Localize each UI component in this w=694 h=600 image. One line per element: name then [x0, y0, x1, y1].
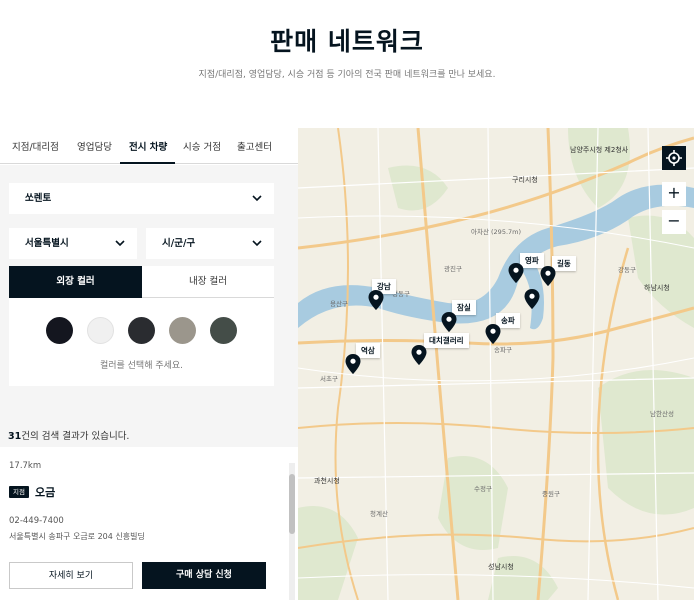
pin-label-daechi-gallery[interactable]: 대치갤러리: [424, 333, 469, 348]
zoom-in-button[interactable]: +: [662, 182, 686, 206]
model-select-value: 쏘렌토: [25, 193, 52, 204]
color-swatch[interactable]: [169, 317, 196, 344]
chevron-down-icon: [252, 195, 262, 202]
result-count-suffix: 건의 검색 결과가 있습니다.: [21, 431, 130, 442]
place-label: 광진구: [444, 265, 462, 273]
detail-button[interactable]: 자세히 보기: [9, 562, 133, 589]
crosshair-icon: [666, 150, 682, 166]
place-label: 남한산성: [650, 410, 674, 418]
tab-interior-color[interactable]: 내장 컬러: [142, 266, 274, 298]
place-label: 서초구: [320, 375, 338, 383]
place-label: 용산구: [330, 300, 348, 308]
color-hint: 컬러를 선택해 주세요.: [99, 361, 184, 371]
place-label: 송파구: [494, 346, 512, 354]
place-label: 청계산: [370, 510, 388, 518]
color-selector: 외장 컬러 내장 컬러 컬러를 선택해 주세요.: [9, 266, 274, 386]
map-pin-icon[interactable]: [524, 289, 540, 309]
place-label: 강동구: [618, 266, 636, 274]
result-count: 31건의 검색 결과가 있습니다.: [8, 428, 129, 442]
place-label: 구리시청: [512, 176, 538, 184]
tab-display-vehicle[interactable]: 전시 차량: [129, 139, 167, 153]
consult-button[interactable]: 구매 상담 신청: [142, 562, 266, 589]
scrollbar-thumb[interactable]: [289, 474, 295, 534]
dealer-name: 오금: [35, 486, 56, 499]
model-select[interactable]: 쏘렌토: [9, 183, 274, 214]
tab-delivery-center[interactable]: 출고센터: [237, 139, 272, 153]
active-tab-indicator: [120, 162, 175, 164]
color-swatch[interactable]: [128, 317, 155, 344]
district-select-value: 시/군/구: [162, 238, 196, 249]
map-pin-icon[interactable]: [411, 345, 427, 365]
city-select[interactable]: 서울특별시: [9, 228, 137, 259]
search-panel: 지점/대리점 영업담당 전시 차량 시승 거점 출고센터 쏘렌토 서울특별시 시…: [0, 128, 298, 600]
city-select-value: 서울특별시: [25, 238, 69, 249]
tab-test-drive[interactable]: 시승 거점: [183, 139, 221, 153]
district-select[interactable]: 시/군/구: [146, 228, 274, 259]
dealer-list: 17.7km 지점 오금 02-449-7400 서울특별시 송파구 오금로 2…: [0, 458, 298, 600]
place-label: 과천시청: [314, 477, 340, 485]
tab-exterior-color[interactable]: 외장 컬러: [9, 266, 142, 298]
chevron-down-icon: [115, 240, 125, 247]
page-subtitle: 지점/대리점, 영업담당, 시승 거점 등 기아의 전국 판매 네트워크를 만나…: [198, 70, 496, 80]
dealer-phone[interactable]: 02-449-7400: [9, 516, 64, 526]
place-label: 하남시청: [644, 284, 670, 292]
map-pin-icon[interactable]: [441, 312, 457, 332]
status-badge: 지점: [9, 486, 29, 498]
tab-sales[interactable]: 영업담당: [77, 139, 112, 153]
chevron-down-icon: [252, 240, 262, 247]
map-pin-icon[interactable]: [485, 324, 501, 344]
place-label: 중원구: [542, 490, 560, 498]
locate-button[interactable]: [662, 146, 686, 170]
color-swatch[interactable]: [210, 317, 237, 344]
zoom-out-button[interactable]: −: [662, 210, 686, 234]
place-label: 아차산 (295.7m): [471, 228, 522, 236]
map-view[interactable]: 남양주시청 제2청사 구리시청 하남시청 과천시청 성남시청 강동구 송파구 서…: [298, 128, 694, 600]
result-count-number: 31: [8, 431, 22, 442]
place-label: 남양주시청 제2청사: [570, 146, 629, 154]
filter-area: 쏘렌토 서울특별시 시/군/구 외장 컬러 내장 컬러 컬러를 선택해 주세요.: [0, 165, 298, 447]
map-pin-icon[interactable]: [540, 266, 556, 286]
tab-branch[interactable]: 지점/대리점: [12, 139, 59, 153]
place-label: 수정구: [474, 485, 492, 493]
page-header: 판매 네트워크 지점/대리점, 영업담당, 시승 거점 등 기아의 전국 판매 …: [0, 0, 694, 128]
dealer-address: 서울특별시 송파구 오금로 204 신흥빌딩: [9, 532, 145, 541]
page-title: 판매 네트워크: [270, 27, 424, 56]
distance: 17.7km: [9, 461, 42, 471]
map-pin-icon[interactable]: [345, 354, 361, 374]
color-swatch[interactable]: [87, 317, 114, 344]
network-tabs: 지점/대리점 영업담당 전시 차량 시승 거점 출고센터: [0, 128, 298, 164]
place-label: 성남시청: [488, 563, 514, 571]
map-pin-icon[interactable]: [508, 263, 524, 283]
color-swatch[interactable]: [46, 317, 73, 344]
map-pin-icon[interactable]: [368, 290, 384, 310]
